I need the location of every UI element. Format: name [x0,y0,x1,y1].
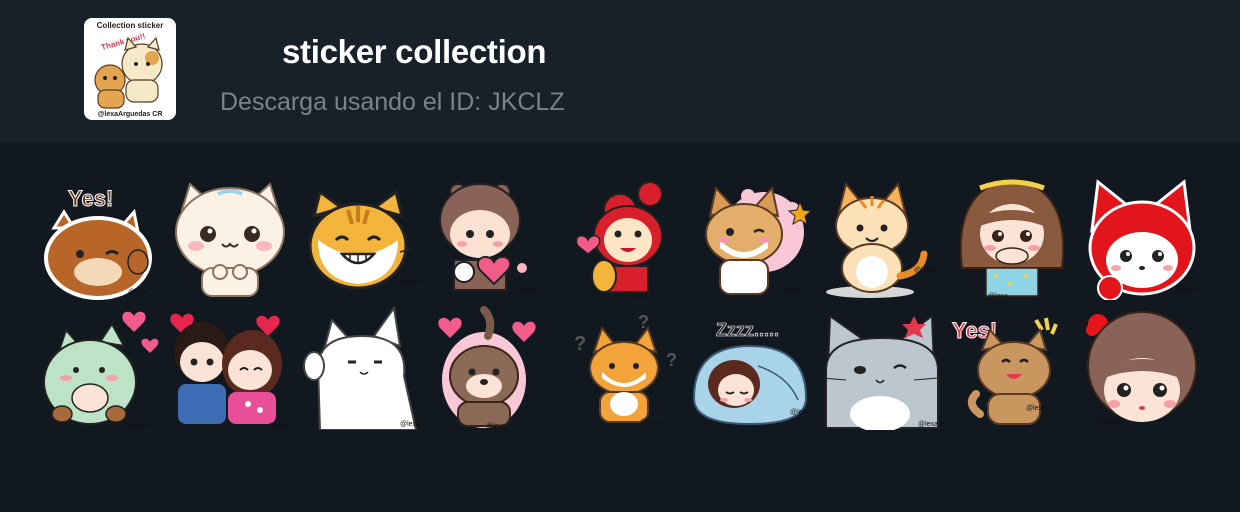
svg-text:?: ? [666,350,677,370]
sticker-watermark: @lexa [268,423,288,430]
sticker-shy-girl[interactable]: @lexa [950,176,1074,300]
sticker-sleeping-girl[interactable]: Zzzz..... @lexa [688,306,812,430]
sticker-watermark: @lexa [128,423,148,430]
sticker-couple[interactable]: @lexa [168,306,292,430]
sticker-watermark: @lexa [914,267,934,274]
sticker-watermark: @lexa [918,421,938,428]
sticker-girl-heart[interactable]: @lexa [424,176,548,300]
sticker-watermark: @lexa [640,419,660,426]
sticker-watermark: @lexa [486,423,506,430]
sticker-sitting-cat[interactable]: @lexa [814,176,938,300]
sticker-watermark: @lexa [628,293,648,300]
pack-icon-bottom-text: @lexaArguedas CR [98,111,163,118]
sticker-watermark: @lexa [780,287,800,294]
sticker-caption: Zzzz..... [716,320,779,340]
sticker-watermark: @lexa [790,409,810,416]
sticker-girl-bob[interactable]: @lexa [1080,306,1204,430]
sticker-watermark: @lexa [516,287,536,294]
sticker-red-fox[interactable]: @lexa [1084,176,1208,300]
sticker-gray-cat[interactable]: @lexa [820,306,944,430]
sticker-yes-fox[interactable]: Yes! @lexa [40,176,164,300]
sticker-white-cat[interactable]: @lexa [300,306,424,430]
pack-title: sticker collection [282,33,547,70]
pack-download-id: Descarga usando el ID: JKCLZ [220,88,565,116]
sticker-red-monkey[interactable]: @lexa [568,176,692,300]
sticker-watermark: @lexa [1026,405,1046,412]
sticker-otter[interactable]: @lexa [428,306,552,430]
pack-icon-top-text: Collection sticker [97,21,164,30]
sticker-shiba[interactable]: ? ? ? @lexa [566,306,690,430]
pack-icon[interactable]: Collection sticker Thank you!! @lexaArgu… [80,14,180,124]
sticker-watermark: @lexa [400,279,420,286]
sticker-orange-cat[interactable]: @lexa [296,176,420,300]
sticker-watermark: @lexa [1098,419,1118,426]
sticker-watermark: @lexa [400,421,420,428]
sticker-corgi[interactable]: @lexa [690,176,814,300]
sticker-watermark: @lexa [1176,287,1196,294]
sticker-watermark: @lexa [988,293,1008,300]
sticker-watermark: @lexa [128,289,148,296]
svg-text:?: ? [574,333,586,355]
sticker-grid: Yes! @lexa @lexa @lexa @lexa @lexa @lexa… [0,142,1240,512]
sticker-yes-cat[interactable]: Yes! @lexa [950,306,1074,430]
sticker-cream-cat[interactable] [168,176,292,300]
sticker-green-dino[interactable]: @lexa [40,306,164,430]
sticker-caption: Yes! [68,186,113,211]
pack-header: Collection sticker Thank you!! @lexaArgu… [0,0,1240,142]
